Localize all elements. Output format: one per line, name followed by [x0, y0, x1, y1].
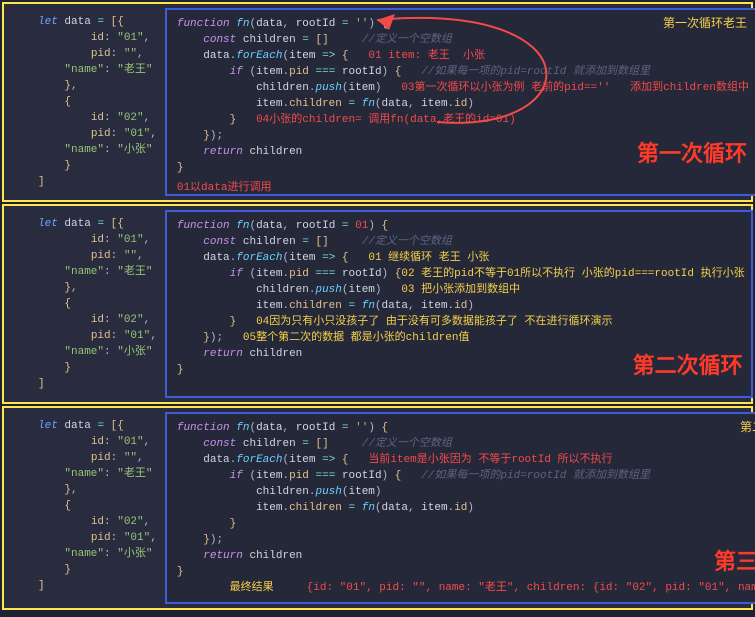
code-line: pid: "01",: [38, 530, 157, 546]
code-line: "name": "小张": [38, 142, 157, 158]
code-line: },: [38, 280, 157, 296]
code-line: {: [38, 94, 157, 110]
data-array-code: let data = [{ id: "01", pid: "", "name":…: [4, 412, 165, 604]
code-line: id: "01",: [38, 232, 157, 248]
code-line: "name": "老王": [38, 62, 157, 78]
code-line: id: "02",: [38, 312, 157, 328]
code-line: },: [38, 78, 157, 94]
code-line: return children: [177, 346, 745, 362]
code-line: pid: "",: [38, 450, 157, 466]
code-line: children.push(item) 03 把小张添加到数组中: [177, 282, 745, 298]
code-line: }: [177, 160, 749, 176]
code-line: } 04因为只有小只没孩子了 由于没有可多数据能孩子了 不在进行循环演示: [177, 314, 745, 330]
code-line: item.children = fn(data, item.id): [177, 96, 749, 112]
below-box-note: 01以data进行调用: [177, 180, 272, 196]
code-panel-3: let data = [{ id: "01", pid: "", "name":…: [2, 406, 753, 610]
code-line: item.children = fn(data, item.id): [177, 298, 745, 314]
code-line: let data = [{: [38, 216, 157, 232]
code-line: if (item.pid === rootId) { //如果每一项的pid=r…: [177, 64, 749, 80]
function-code-box: function fn(data, rootId = '') { const c…: [165, 412, 755, 604]
code-line: let data = [{: [38, 418, 157, 434]
code-line: id: "02",: [38, 110, 157, 126]
function-code-box: function fn(data, rootId = 01) { const c…: [165, 210, 753, 398]
code-line: id: "02",: [38, 514, 157, 530]
code-line: ]: [38, 578, 157, 594]
code-line: "name": "小张": [38, 344, 157, 360]
code-line: pid: "",: [38, 46, 157, 62]
code-line: if (item.pid === rootId) { //如果每一项的pid=r…: [177, 468, 755, 484]
function-code-box: function fn(data, rootId = '') { const c…: [165, 8, 755, 196]
code-line: },: [38, 482, 157, 498]
code-line: {: [38, 498, 157, 514]
code-line: }: [177, 362, 745, 378]
code-line: data.forEach(item => { 当前item是小张因为 不等于ro…: [177, 452, 755, 468]
code-line: "name": "老王": [38, 466, 157, 482]
code-line: children.push(item): [177, 484, 755, 500]
code-line: if (item.pid === rootId) {02 老王的pid不等于01…: [177, 266, 745, 282]
code-line: const children = [] //定义一个空数组: [177, 436, 755, 452]
code-panel-1: let data = [{ id: "01", pid: "", "name":…: [2, 2, 753, 202]
data-array-code: let data = [{ id: "01", pid: "", "name":…: [4, 8, 165, 196]
code-line: "name": "老王": [38, 264, 157, 280]
code-line: item.children = fn(data, item.id): [177, 500, 755, 516]
code-line: id: "01",: [38, 30, 157, 46]
code-line: pid: "01",: [38, 328, 157, 344]
code-line: ]: [38, 174, 157, 190]
code-line: return children: [177, 144, 749, 160]
code-line: data.forEach(item => { 01 继续循环 老王 小张: [177, 250, 745, 266]
code-line: }: [38, 562, 157, 578]
final-result-note: 最终结果 {id: "01", pid: "", name: "老王", chi…: [177, 580, 755, 596]
code-line: function fn(data, rootId = '') {: [177, 420, 755, 436]
code-line: }: [38, 360, 157, 376]
code-line: pid: "",: [38, 248, 157, 264]
code-line: } 04小张的children= 调用fn(data,老王的id=01): [177, 112, 749, 128]
code-line: const children = [] //定义一个空数组: [177, 234, 745, 250]
code-line: }: [177, 564, 755, 580]
code-line: id: "01",: [38, 434, 157, 450]
code-line: ]: [38, 376, 157, 392]
code-line: });: [177, 532, 755, 548]
code-line: }: [38, 158, 157, 174]
code-line: children.push(item) 03第一次循环以小张为例 老前的pid=…: [177, 80, 749, 96]
code-line: function fn(data, rootId = '') {: [177, 16, 749, 32]
code-line: return children: [177, 548, 755, 564]
data-array-code: let data = [{ id: "01", pid: "", "name":…: [4, 210, 165, 398]
code-line: let data = [{: [38, 14, 157, 30]
code-panel-2: let data = [{ id: "01", pid: "", "name":…: [2, 204, 753, 404]
code-line: pid: "01",: [38, 126, 157, 142]
code-line: });: [177, 128, 749, 144]
code-line: }: [177, 516, 755, 532]
code-line: "name": "小张": [38, 546, 157, 562]
code-line: {: [38, 296, 157, 312]
code-line: const children = [] //定义一个空数组: [177, 32, 749, 48]
code-line: }); 05整个第二次的数据 都是小张的children值: [177, 330, 745, 346]
code-line: data.forEach(item => { 01 item: 老王 小张: [177, 48, 749, 64]
code-line: function fn(data, rootId = 01) {: [177, 218, 745, 234]
